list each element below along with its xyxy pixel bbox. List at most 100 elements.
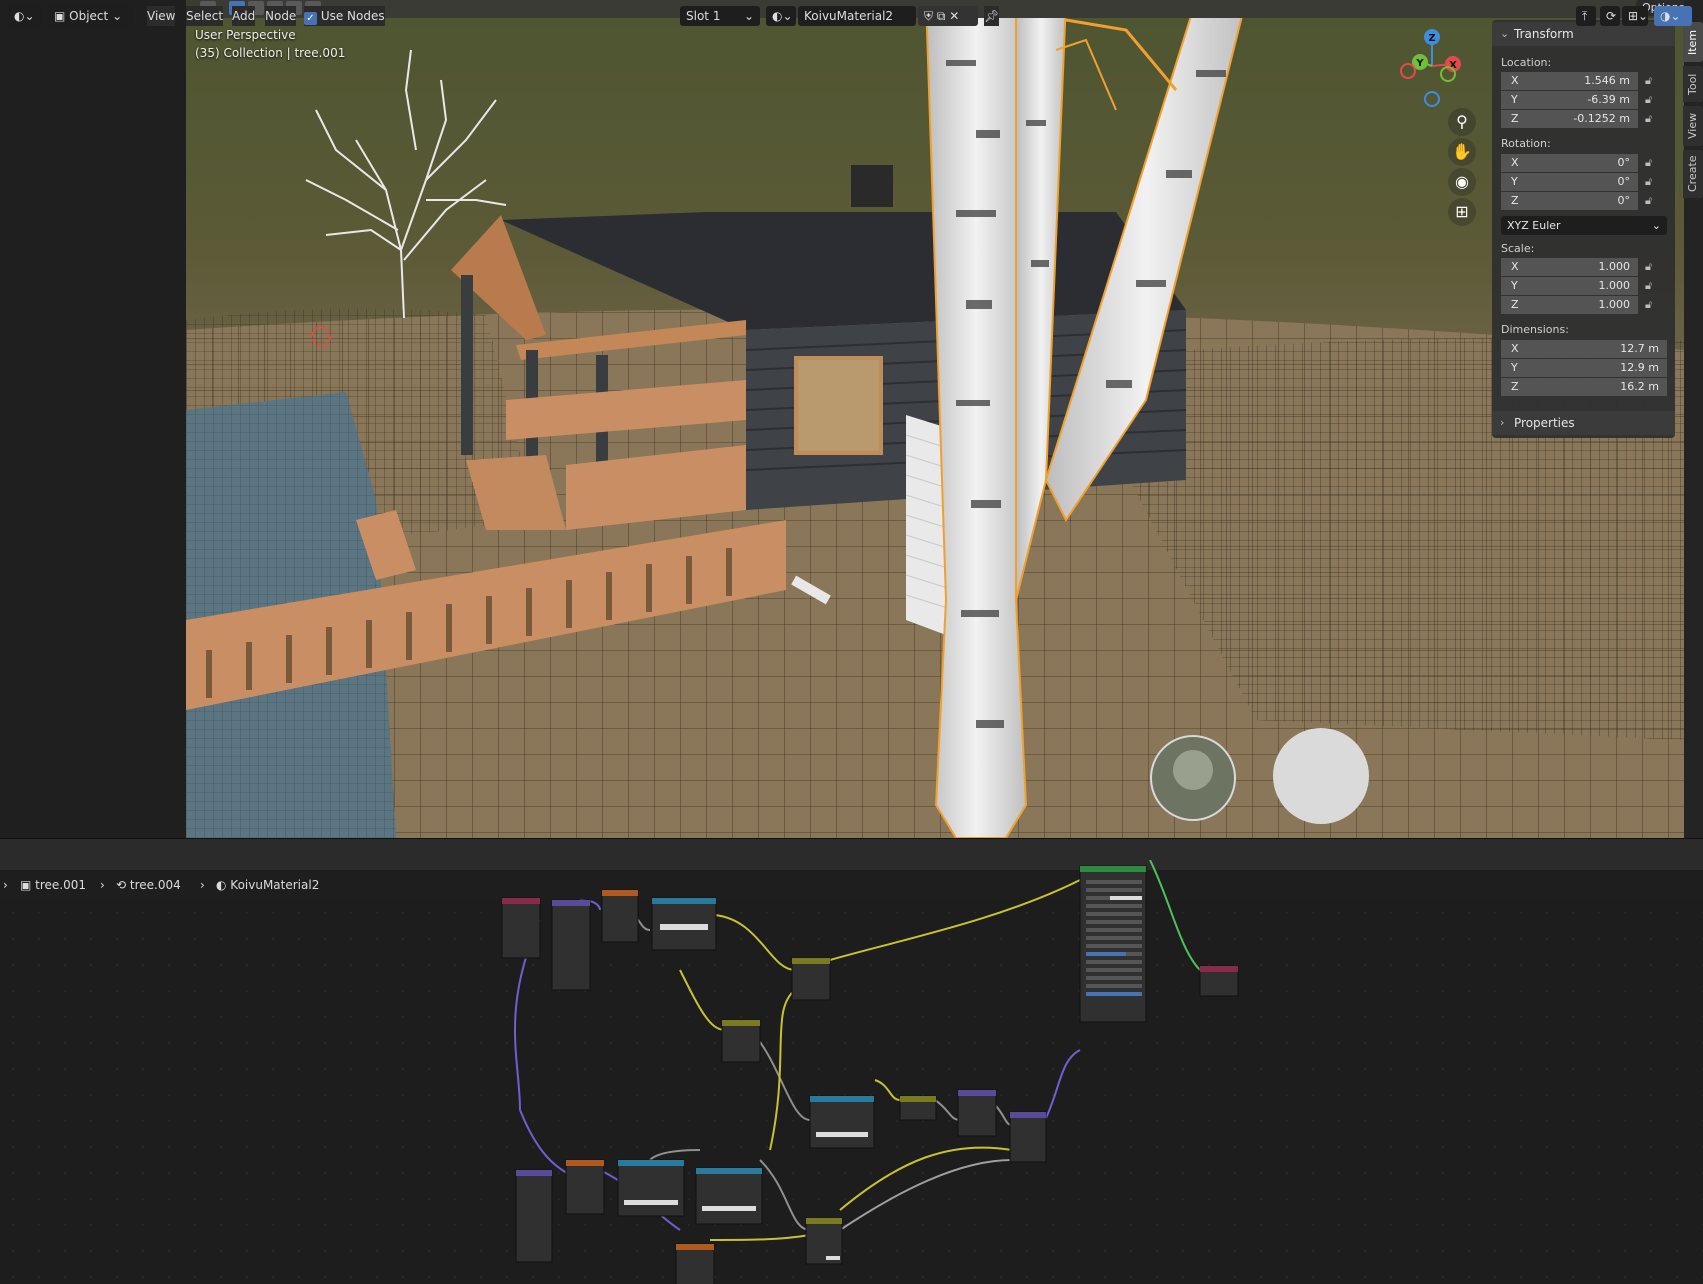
duplicate-icon[interactable]: ⧉ bbox=[937, 9, 946, 23]
lock-icon[interactable]: 🔓︎ bbox=[1645, 156, 1659, 170]
lock-icon[interactable]: 🔓︎ bbox=[1645, 175, 1659, 189]
node-link bbox=[649, 1149, 701, 1161]
diffuse-sphere bbox=[1273, 728, 1369, 824]
lock-icon[interactable]: 🔓︎ bbox=[1645, 260, 1659, 274]
object-mode-select[interactable]: ▣ Object ⌄ bbox=[48, 6, 134, 26]
camera-icon[interactable]: ◉ bbox=[1448, 168, 1476, 196]
tab-view[interactable]: View bbox=[1683, 106, 1703, 146]
rotation-mode-select[interactable]: XYZ Euler ⌄ bbox=[1501, 216, 1667, 235]
node-colorramp-4[interactable] bbox=[695, 1167, 763, 1225]
pan-hand-icon[interactable]: ✋ bbox=[1448, 138, 1476, 166]
axis-label: Y bbox=[1511, 279, 1518, 292]
lock-icon[interactable]: 🔓︎ bbox=[1645, 298, 1659, 312]
sidebar-item-panel: ⌄ Transform Location: X 1.546 m 🔓︎ Y -6.39 … bbox=[1492, 20, 1675, 438]
dimensions-x-field[interactable]: X 12.7 m bbox=[1501, 340, 1667, 358]
ortho-grid-icon[interactable]: ⊞ bbox=[1448, 198, 1476, 226]
scale-label: Scale: bbox=[1501, 242, 1535, 255]
material-sphere-icon: ◐⌄ bbox=[772, 9, 793, 23]
scale-y-field[interactable]: Y 1.000 bbox=[1501, 277, 1638, 295]
dimensions-y-field[interactable]: Y 12.9 m bbox=[1501, 359, 1667, 377]
node-principled-bsdf[interactable] bbox=[1079, 865, 1147, 1023]
node-link bbox=[679, 969, 726, 1031]
y-axis-label: Y bbox=[1415, 58, 1424, 69]
parent-node-tree-icon[interactable]: ⤒ bbox=[1576, 6, 1596, 26]
node-mix-2[interactable] bbox=[721, 1019, 761, 1063]
node-noise-texture-1[interactable] bbox=[601, 889, 639, 943]
use-nodes-toggle[interactable]: ✓ Use Nodes bbox=[304, 6, 385, 26]
object-mode-icon: ▣ bbox=[54, 9, 70, 23]
node-material-output[interactable] bbox=[1199, 965, 1239, 997]
lock-icon[interactable]: 🔓︎ bbox=[1645, 74, 1659, 88]
lock-icon[interactable]: 🔓︎ bbox=[1645, 93, 1659, 107]
node-graph[interactable] bbox=[0, 860, 1703, 1284]
location-x-field[interactable]: X 1.546 m bbox=[1501, 72, 1638, 90]
use-nodes-label: Use Nodes bbox=[320, 9, 385, 23]
axis-label: X bbox=[1511, 156, 1519, 169]
lock-icon[interactable]: 🔓︎ bbox=[1645, 194, 1659, 208]
node-mix-3[interactable] bbox=[805, 1217, 843, 1265]
neg-x-axis-icon[interactable] bbox=[1400, 63, 1416, 79]
lock-icon[interactable]: 🔓︎ bbox=[1645, 279, 1659, 293]
field-value: 0° bbox=[1617, 156, 1631, 169]
node-link bbox=[709, 1234, 811, 1241]
axis-label: Z bbox=[1511, 194, 1519, 207]
node-colorramp-2[interactable] bbox=[809, 1095, 875, 1149]
field-value: 16.2 m bbox=[1620, 380, 1659, 393]
node-mix-1[interactable] bbox=[791, 957, 831, 1001]
dimensions-z-field[interactable]: Z 16.2 m bbox=[1501, 378, 1667, 396]
node-link bbox=[1044, 1049, 1081, 1121]
snap-icon[interactable]: ⟳ bbox=[1600, 6, 1620, 26]
node-link bbox=[1149, 860, 1201, 971]
menu-add[interactable]: Add bbox=[232, 6, 256, 26]
zoom-icon[interactable]: ⚲ bbox=[1448, 108, 1476, 136]
navigation-gizmo[interactable]: Z X Y bbox=[1394, 26, 1470, 110]
close-icon[interactable]: ✕ bbox=[949, 9, 959, 23]
field-value: 1.000 bbox=[1598, 279, 1631, 292]
material-name-field[interactable]: KoivuMaterial2 bbox=[798, 6, 916, 26]
editor-type-select[interactable]: ◐⌄ bbox=[8, 6, 42, 26]
left-empty-region bbox=[0, 0, 186, 838]
location-y-field[interactable]: Y -6.39 m bbox=[1501, 91, 1638, 109]
editor-type-icon: ◐⌄ bbox=[14, 9, 35, 23]
axis-label: Z bbox=[1511, 380, 1519, 393]
object-mode-value: Object bbox=[69, 9, 109, 23]
node-mapping-1[interactable] bbox=[551, 899, 591, 991]
node-mapping-2[interactable] bbox=[515, 1169, 553, 1263]
overlay-icon[interactable]: ◑⌄ bbox=[1654, 6, 1692, 26]
chevron-down-icon: ⌄ bbox=[743, 9, 754, 23]
snap-target-icon[interactable]: ⊞⌄ bbox=[1622, 6, 1648, 26]
node-bump-1[interactable] bbox=[957, 1089, 997, 1137]
location-z-field[interactable]: Z -0.1252 m bbox=[1501, 110, 1638, 128]
tab-tool[interactable]: Tool bbox=[1683, 66, 1703, 102]
scale-x-field[interactable]: X 1.000 bbox=[1501, 258, 1638, 276]
viewport-perspective-label: User Perspective bbox=[195, 28, 296, 42]
menu-select[interactable]: Select bbox=[186, 6, 224, 26]
lock-icon[interactable]: 🔓︎ bbox=[1645, 112, 1659, 126]
tab-item[interactable]: Item bbox=[1683, 22, 1703, 62]
menu-node[interactable]: Node bbox=[265, 6, 297, 26]
pin-icon[interactable]: 📌︎ bbox=[984, 6, 1000, 26]
node-link bbox=[829, 879, 1081, 961]
rotation-x-field[interactable]: X 0° bbox=[1501, 154, 1638, 172]
node-noise-texture-2[interactable] bbox=[565, 1159, 605, 1215]
scale-z-field[interactable]: Z 1.000 bbox=[1501, 296, 1638, 314]
properties-title: Properties bbox=[1514, 416, 1575, 430]
node-noise-texture-3[interactable] bbox=[675, 1243, 715, 1284]
viewport-info: User Perspective (35) Collection | tree.… bbox=[195, 26, 345, 62]
tab-create[interactable]: Create bbox=[1683, 150, 1703, 198]
node-colorramp-3[interactable] bbox=[617, 1159, 685, 1217]
slot-select[interactable]: Slot 1 ⌄ bbox=[680, 6, 760, 26]
node-bump-2[interactable] bbox=[1009, 1111, 1047, 1163]
neg-z-axis-icon[interactable] bbox=[1424, 91, 1440, 107]
properties-header[interactable]: › Properties bbox=[1492, 411, 1675, 435]
node-math-1[interactable] bbox=[899, 1095, 937, 1121]
node-texture-coordinate[interactable] bbox=[501, 897, 541, 959]
node-link bbox=[759, 1159, 811, 1231]
menu-view[interactable]: View bbox=[147, 6, 176, 26]
material-browse-button[interactable]: ◐⌄ bbox=[766, 6, 796, 26]
fake-user-shield-icon[interactable]: ⛨ bbox=[924, 9, 933, 23]
rotation-y-field[interactable]: Y 0° bbox=[1501, 173, 1638, 191]
rotation-z-field[interactable]: Z 0° bbox=[1501, 192, 1638, 210]
material-name-value: KoivuMaterial2 bbox=[804, 9, 894, 23]
node-colorramp-1[interactable] bbox=[651, 897, 717, 951]
